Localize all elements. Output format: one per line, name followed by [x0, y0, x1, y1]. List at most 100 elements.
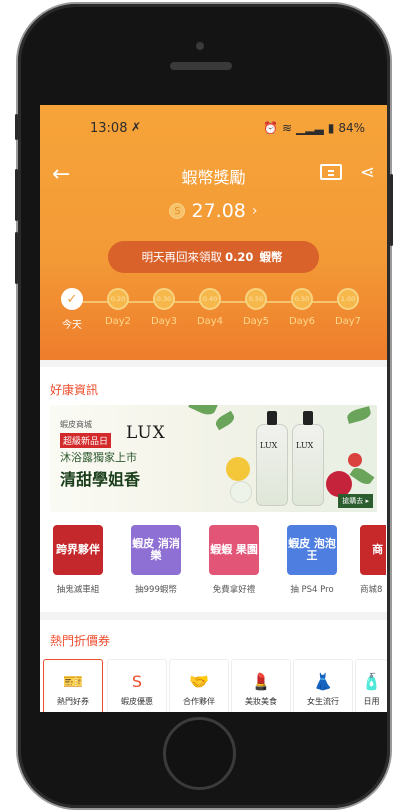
coupon-tab[interactable]: 🧴 日用 [356, 660, 387, 712]
share-icon[interactable]: ⋖ [360, 162, 375, 183]
banner-subtitle: 沐浴露獨家上市 [60, 451, 137, 464]
day-item: 1.00 Day7 [328, 288, 368, 327]
coupon-label: 日用 [363, 697, 380, 706]
game-item[interactable]: 蝦皮 消消樂 抽999蝦幣 [122, 525, 190, 595]
checkin-progress: ✓ 今天 0.20 Day2 0.30 Day3 0.40 Day4 0.50 … [52, 288, 372, 338]
wifi-icon: ≋ [281, 121, 293, 135]
volume-down-button [15, 232, 18, 284]
coupon-tab[interactable]: 👗 女生流行 [294, 660, 352, 712]
earpiece-speaker [170, 62, 232, 70]
checkin-text-prefix: 明天再回來領取 [141, 250, 223, 264]
dress-icon: 👗 [313, 672, 333, 691]
day-label: Day7 [334, 316, 362, 327]
bottle-label: LUX [296, 441, 314, 450]
coupon-label: 合作夥伴 [183, 697, 215, 706]
day-label: Day4 [196, 316, 224, 327]
day-item: 0.40 Day4 [190, 288, 230, 327]
brand-logo: LUX [126, 423, 166, 443]
day-item: 0.50 Day6 [282, 288, 322, 327]
home-button[interactable] [163, 717, 236, 790]
product-bottle: LUX [256, 411, 288, 506]
shop-now-button[interactable]: 搶購去 ▸ [338, 494, 373, 508]
day-reward: 0.50 [245, 288, 267, 310]
leaf-decoration [345, 406, 373, 424]
games-row: 跨界夥伴 抽鬼滅車組 蝦皮 消消樂 抽999蝦幣 蝦蝦 果園 免費拿好禮 蝦皮 … [40, 525, 387, 600]
voucher-icon[interactable] [320, 164, 342, 180]
day-item: ✓ 今天 [52, 288, 92, 331]
coupon-label: 蝦皮優惠 [121, 697, 153, 706]
mute-switch [15, 114, 18, 140]
leaf-decoration [213, 410, 237, 431]
day-label: Day2 [104, 316, 132, 327]
status-indicators: ⏰ ≋ ▁▂▃ ▮ 84% [263, 121, 365, 135]
day-reward: 0.40 [199, 288, 221, 310]
front-camera [196, 42, 204, 50]
ticket-icon: 🎫 [63, 672, 83, 691]
day-reward: 0.30 [153, 288, 175, 310]
coin-value: 27.08 [191, 200, 246, 222]
flower-decoration [230, 481, 252, 503]
day-reward: 1.00 [337, 288, 359, 310]
promo-tag: 超級新品日 [60, 433, 112, 448]
day-label: Day5 [242, 316, 270, 327]
top-bar: ← 蝦幣獎勵 ⋖ [40, 160, 387, 190]
banner-headline: 清甜學姐香 [60, 470, 141, 489]
game-label: 抽 PS4 Pro [290, 585, 334, 595]
checkin-button[interactable]: 明天再回來領取 0.20 蝦幣 [108, 241, 319, 273]
promo-banner[interactable]: 蝦皮商城 超級新品日 LUX 沐浴露獨家上市 清甜學姐香 LUX LUX 搶購去… [50, 405, 377, 512]
coin-icon: S [169, 203, 186, 219]
game-item[interactable]: 跨界夥伴 抽鬼滅車組 [44, 525, 112, 595]
handshake-icon: 🤝 [189, 672, 209, 691]
game-item[interactable]: 商 寶 商城8 [346, 525, 386, 595]
coupon-label: 女生流行 [307, 697, 339, 706]
day-label: Day3 [150, 316, 178, 327]
coupon-label: 美妝美食 [245, 697, 277, 706]
status-bar: 13:08 ✗ ⏰ ≋ ▁▂▃ ▮ 84% [40, 105, 387, 145]
game-item[interactable]: 蝦皮 泡泡王 抽 PS4 Pro [278, 525, 346, 595]
chevron-right-icon: › [251, 203, 258, 219]
rewards-header: 13:08 ✗ ⏰ ≋ ▁▂▃ ▮ 84% ← 蝦幣獎勵 ⋖ S 27.08 ›… [40, 105, 387, 360]
day-item: 0.50 Day5 [236, 288, 276, 327]
bottle-icon: 🧴 [361, 672, 382, 691]
coupon-tab[interactable]: 💄 美妝美食 [232, 660, 290, 712]
checkin-amount: 0.20 [225, 250, 254, 264]
day-reward: 0.50 [291, 288, 313, 310]
game-thumbnail: 蝦皮 泡泡王 [287, 525, 337, 575]
signal-icon: ▁▂▃ [296, 121, 324, 135]
berry-decoration [348, 453, 362, 467]
mall-brand: 蝦皮商城 [60, 420, 92, 429]
game-label: 抽999蝦幣 [135, 585, 177, 595]
game-thumbnail: 蝦皮 消消樂 [131, 525, 181, 575]
power-button [390, 174, 393, 246]
game-item[interactable]: 蝦蝦 果園 免費拿好禮 [200, 525, 268, 595]
volume-up-button [15, 169, 18, 221]
coupon-tab[interactable]: 🤝 合作夥伴 [170, 660, 228, 712]
section-title: 好康資訊 [50, 383, 99, 397]
lipstick-icon: 💄 [251, 672, 271, 691]
day-item: 0.30 Day3 [144, 288, 184, 327]
fruit-decoration [226, 457, 250, 481]
day-item: 0.20 Day2 [98, 288, 138, 327]
bottle-label: LUX [260, 441, 278, 450]
checkin-text-suffix: 蝦幣 [259, 250, 283, 264]
coupon-label: 熱門好券 [57, 697, 89, 706]
coupon-tab[interactable]: 🎫 熱門好券 [44, 660, 102, 712]
leaf-decoration [349, 464, 375, 488]
game-thumbnail: 蝦蝦 果園 [209, 525, 259, 575]
game-label: 抽鬼滅車組 [56, 585, 100, 595]
day-reward: 0.20 [107, 288, 129, 310]
coin-balance[interactable]: S 27.08 › [40, 200, 387, 222]
shopee-bag-icon: S [131, 672, 143, 691]
game-label: 免費拿好禮 [212, 585, 256, 595]
coupon-tab[interactable]: S 蝦皮優惠 [108, 660, 166, 712]
battery-level: 84% [338, 121, 365, 135]
leaf-decoration [188, 405, 218, 418]
game-thumbnail: 跨界夥伴 [53, 525, 103, 575]
day-label: 今天 [62, 320, 82, 331]
product-bottle: LUX [292, 411, 324, 506]
day-label: Day6 [288, 316, 316, 327]
battery-icon: ▮ [327, 121, 335, 135]
coupon-categories: 🎫 熱門好券 S 蝦皮優惠 🤝 合作夥伴 💄 美妝美食 👗 女生流行 🧴 日用 [40, 660, 387, 712]
app-screen: 13:08 ✗ ⏰ ≋ ▁▂▃ ▮ 84% ← 蝦幣獎勵 ⋖ S 27.08 ›… [40, 105, 387, 712]
section-title: 熱門折價券 [50, 634, 111, 648]
